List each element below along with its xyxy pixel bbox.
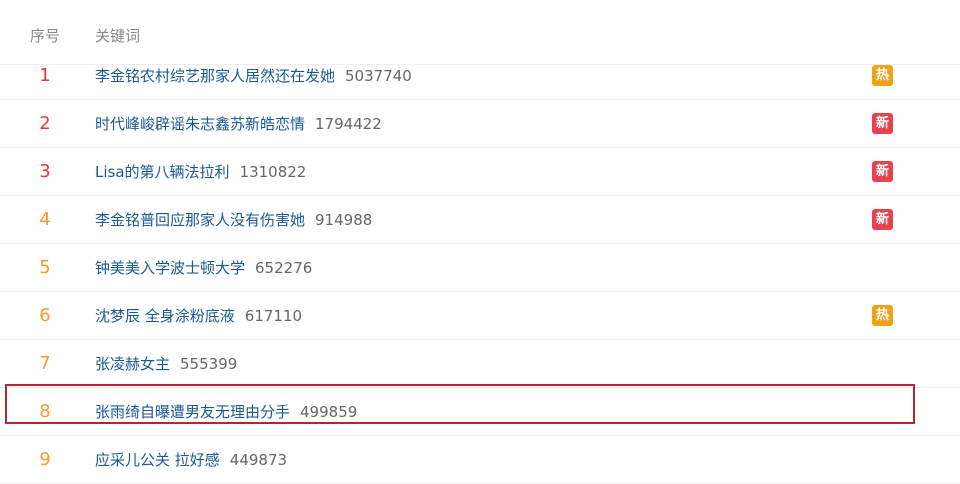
search-count: 652276 (255, 259, 313, 277)
list-item: 3 Lisa的第八辆法拉利 1310822 新 (0, 148, 960, 196)
keyword-text: 沈梦辰 全身涂粉底液 (95, 307, 235, 325)
search-count: 555399 (180, 355, 238, 373)
list-item: 9 应采儿公关 拉好感 449873 (0, 436, 960, 484)
rank-number: 2 (39, 113, 51, 134)
keyword-link[interactable]: 张雨绮自曝遭男友无理由分手 499859 (95, 402, 357, 422)
search-count: 499859 (300, 403, 358, 421)
search-count: 914988 (315, 211, 373, 229)
list-item: 2 时代峰峻辟谣朱志鑫苏新皓恋情 1794422 新 (0, 100, 960, 148)
rank-number: 4 (39, 209, 51, 230)
search-count: 1310822 (239, 163, 307, 181)
keyword-text: 时代峰峻辟谣朱志鑫苏新皓恋情 (95, 115, 306, 133)
list-item: 4 李金铭普回应那家人没有伤害她 914988 新 (0, 196, 960, 244)
rank-number: 5 (39, 257, 51, 278)
new-badge: 新 (872, 209, 893, 230)
hot-search-list: 1 李金铭农村综艺那家人居然还在发她 5037740 热 2 时代峰峻辟谣朱志鑫苏新皓恋情… (0, 52, 960, 484)
keyword-link[interactable]: 沈梦辰 全身涂粉底液 617110 (95, 306, 302, 326)
rank-number: 7 (39, 353, 51, 374)
search-count: 1794422 (315, 115, 382, 133)
keyword-link[interactable]: 李金铭普回应那家人没有伤害她 914988 (95, 210, 372, 230)
keyword-column-header: 关键词 (95, 27, 141, 45)
list-item: 1 李金铭农村综艺那家人居然还在发她 5037740 热 (0, 52, 960, 100)
keyword-link[interactable]: 李金铭农村综艺那家人居然还在发她 5037740 (95, 66, 412, 86)
list-item: 8 张雨绮自曝遭男友无理由分手 499859 (0, 388, 960, 436)
rank-number: 8 (39, 401, 51, 422)
hot-badge: 热 (872, 305, 893, 326)
search-count: 449873 (229, 451, 288, 469)
new-badge: 新 (872, 113, 893, 134)
keyword-text: 李金铭普回应那家人没有伤害她 (95, 211, 306, 229)
search-count: 5037740 (345, 67, 412, 85)
hot-badge: 热 (872, 65, 893, 86)
list-item: 6 沈梦辰 全身涂粉底液 617110 热 (0, 292, 960, 340)
keyword-link[interactable]: Lisa的第八辆法拉利 1310822 (95, 162, 306, 182)
new-badge: 新 (872, 161, 893, 182)
search-count: 617110 (244, 307, 303, 325)
rank-column-header: 序号 (30, 27, 61, 45)
keyword-text: Lisa的第八辆法拉利 (95, 163, 230, 181)
keyword-link[interactable]: 张凌赫女主 555399 (95, 354, 237, 374)
rank-number: 3 (39, 161, 51, 182)
keyword-link[interactable]: 钟美美入学波士顿大学 652276 (95, 258, 312, 278)
rank-number: 1 (39, 65, 51, 86)
keyword-text: 张凌赫女主 (95, 355, 171, 373)
rank-number: 9 (39, 449, 51, 470)
keyword-text: 钟美美入学波士顿大学 (95, 259, 246, 277)
list-item: 7 张凌赫女主 555399 (0, 340, 960, 388)
keyword-text: 张雨绮自曝遭男友无理由分手 (95, 403, 291, 421)
keyword-link[interactable]: 时代峰峻辟谣朱志鑫苏新皓恋情 1794422 (95, 114, 382, 134)
keyword-link[interactable]: 应采儿公关 拉好感 449873 (95, 450, 287, 470)
list-item: 5 钟美美入学波士顿大学 652276 (0, 244, 960, 292)
keyword-text: 应采儿公关 拉好感 (95, 451, 220, 469)
keyword-text: 李金铭农村综艺那家人居然还在发她 (95, 67, 336, 85)
rank-number: 6 (39, 305, 51, 326)
